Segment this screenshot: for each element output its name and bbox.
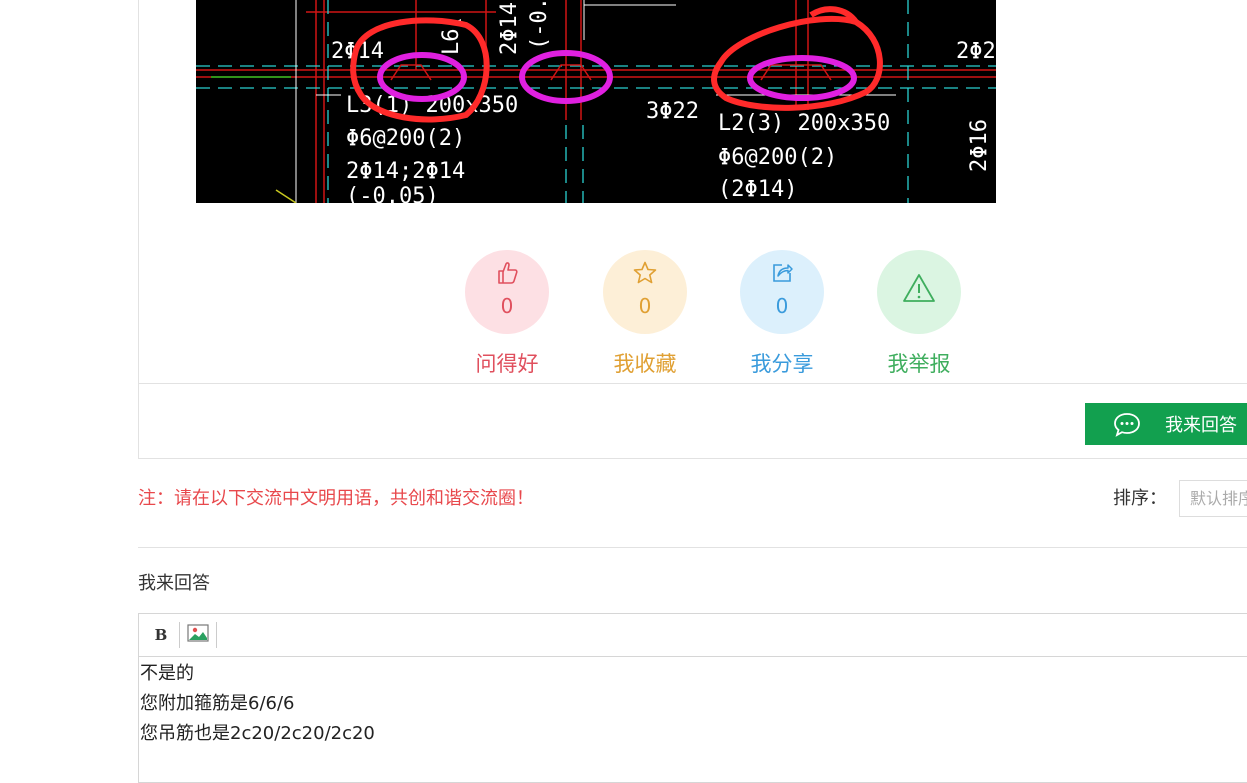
favorite-circle[interactable]: 0 — [603, 250, 687, 334]
content-line: 您吊筋也是2c20/2c20/2c20 — [140, 723, 375, 744]
favorite-label[interactable]: 我收藏 — [583, 348, 707, 378]
like-action[interactable]: 0 问得好 — [465, 250, 549, 378]
reply-title: 我来回答 — [138, 573, 210, 594]
svg-text:Φ6@200(2): Φ6@200(2) — [718, 145, 837, 170]
civility-notice: 注：请在以下交流中文明用语，共创和谐交流圈！ — [138, 488, 534, 509]
svg-text:3Φ22: 3Φ22 — [646, 99, 699, 124]
share-label[interactable]: 我分享 — [720, 348, 844, 378]
cad-drawing-image[interactable]: 2Φ14 L3(1) 200x350 Φ6@200(2) 2Φ14;2Φ14 (… — [196, 0, 996, 203]
editor-toolbar: B — [139, 614, 1247, 657]
svg-text:2Φ14;: 2Φ14; — [497, 0, 522, 55]
report-label[interactable]: 我举报 — [857, 348, 981, 378]
content-line: 您附加箍筋是6/6/6 — [140, 693, 295, 714]
toolbar-separator — [216, 622, 217, 648]
share-action[interactable]: 0 我分享 — [740, 250, 824, 378]
sort-select[interactable]: 默认排序 — [1179, 480, 1247, 517]
like-label[interactable]: 问得好 — [445, 348, 569, 378]
svg-text:L2(3) 200x350: L2(3) 200x350 — [718, 111, 890, 136]
bold-button[interactable]: B — [143, 622, 179, 648]
content-line: 不是的 — [140, 663, 194, 684]
report-action[interactable]: 我举报 — [877, 250, 961, 378]
svg-text:2Φ14;2Φ14: 2Φ14;2Φ14 — [346, 159, 465, 184]
share-icon — [740, 260, 824, 286]
favorite-count: 0 — [638, 294, 652, 318]
svg-text:(-0.0: (-0.0 — [527, 0, 552, 50]
insert-image-button[interactable] — [180, 622, 216, 648]
sort-label: 排序： — [1113, 488, 1167, 509]
svg-text:2Φ2: 2Φ2 — [956, 39, 996, 64]
svg-text:(2Φ14): (2Φ14) — [718, 177, 797, 202]
thumbs-up-icon — [465, 260, 549, 286]
warning-icon — [877, 272, 961, 302]
reply-editor[interactable]: B 不是的 您附加箍筋是6/6/6 您吊筋也是2c20/2c20/2c20 — [138, 613, 1247, 783]
answer-button-label: 我来回答 — [1165, 415, 1237, 436]
image-icon — [187, 624, 209, 646]
answer-button[interactable]: 我来回答 — [1085, 403, 1247, 445]
svg-text:Φ6@200(2): Φ6@200(2) — [346, 126, 465, 151]
like-count: 0 — [500, 294, 514, 318]
report-circle[interactable] — [877, 250, 961, 334]
chat-bubble-icon — [1113, 411, 1141, 437]
section-divider — [138, 547, 1247, 548]
svg-text:2Φ16: 2Φ16 — [967, 119, 992, 172]
share-count: 0 — [775, 294, 789, 318]
svg-text:(-0.05): (-0.05) — [346, 184, 439, 203]
share-circle[interactable]: 0 — [740, 250, 824, 334]
like-circle[interactable]: 0 — [465, 250, 549, 334]
star-icon — [603, 260, 687, 286]
favorite-action[interactable]: 0 我收藏 — [603, 250, 687, 378]
editor-content[interactable]: 不是的 您附加箍筋是6/6/6 您吊筋也是2c20/2c20/2c20 — [139, 657, 1247, 749]
card-divider — [139, 383, 1247, 384]
